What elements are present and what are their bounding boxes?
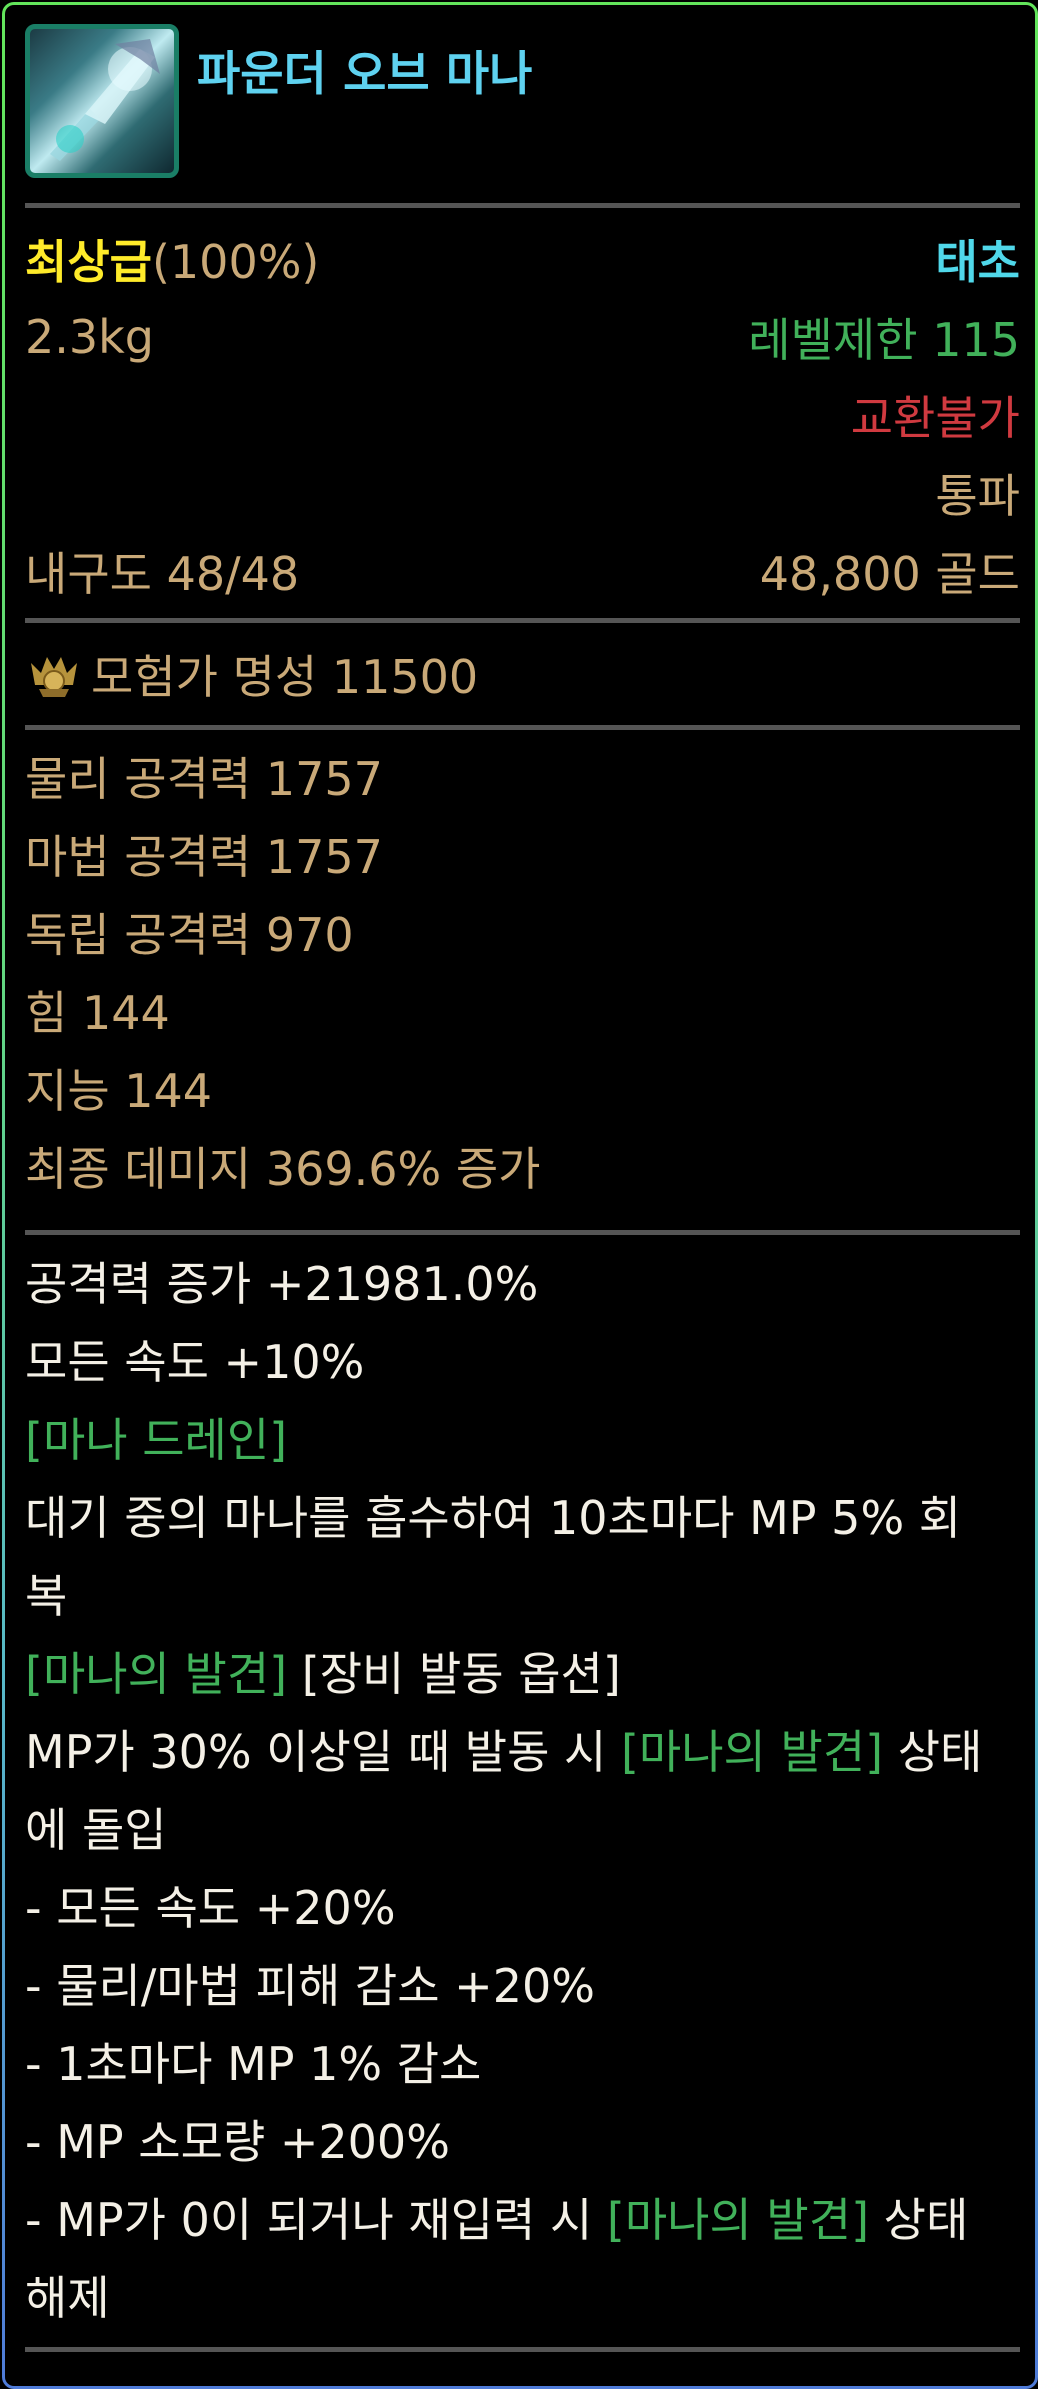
level-limit: 레벨제한 115 [748,313,1020,367]
effect-release-condition-cont: 해제 [25,2271,110,2325]
option-mana-drain-desc: 대기 중의 마나를 흡수하여 10초마다 MP 5% 회 [25,1491,962,1545]
effect-all-speed: - 모든 속도 +20% [25,1881,396,1935]
weight-row: 2.3kg 레벨제한 115 [25,298,1020,376]
option-mana-drain-tag: [마나 드레인] [25,1413,288,1467]
stat-independent-attack: 독립 공격력 970 [25,908,354,962]
fame-value: 모험가 명성 11500 [91,650,479,704]
equip-trigger-tag: [장비 발동 옵션] [287,1647,621,1701]
stats-list: 물리 공격력 1757 마법 공격력 1757 독립 공격력 970 힘 144… [25,730,1020,1208]
stat-strength: 힘 144 [25,986,170,1040]
item-grade-percent: (100%) [151,235,320,289]
magic-orb-weapon-icon [25,24,179,178]
trade-status: 교환불가 [850,391,1020,445]
fame-row: 모험가 명성 11500 [25,623,1020,725]
effect-damage-reduction: - 물리/마법 피해 감소 +20% [25,1959,595,2013]
release-text: - MP가 0이 되거나 재입력 시 [25,2193,607,2247]
release-suffix: 상태 [869,2193,969,2247]
effect-mp-consumption: - MP 소모량 +200% [25,2115,450,2169]
option-discovery-header: [마나의 발견] [장비 발동 옵션] [25,1635,1020,1713]
condition-suffix: 상태 [883,1725,983,1779]
trade-row: 교환불가 [25,376,1020,454]
effect-mp-decrease: - 1초마다 MP 1% 감소 [25,2037,482,2091]
option-attack-increase: 공격력 증가 +21981.0% [25,1257,539,1311]
option-trigger-condition: MP가 30% 이상일 때 발동 시 [마나의 발견] 상태 [25,1713,1020,1791]
sell-price: 48,800 골드 [759,547,1020,601]
item-rarity: 태초 [935,235,1020,289]
stat-final-damage: 최종 데미지 369.6% 증가 [25,1142,541,1196]
crown-fame-icon [31,657,77,697]
divider [25,2347,1020,2352]
mana-discovery-tag: [마나의 발견] [606,2193,870,2247]
mana-discovery-tag: [마나의 발견] [620,1725,884,1779]
effect-release-condition: - MP가 0이 되거나 재입력 시 [마나의 발견] 상태 [25,2181,1020,2259]
seal-status: 통파 [935,469,1020,523]
seal-row: 통파 [25,454,1020,532]
durability: 내구도 48/48 [25,547,300,601]
option-all-speed: 모든 속도 +10% [25,1335,365,1389]
mana-discovery-tag: [마나의 발견] [25,1647,288,1701]
item-weight: 2.3kg [25,310,154,364]
stat-intelligence: 지능 144 [25,1064,213,1118]
option-trigger-condition-cont: 에 돌입 [25,1803,167,1857]
stat-physical-attack: 물리 공격력 1757 [25,752,383,806]
durability-row: 내구도 48/48 48,800 골드 [25,532,1020,610]
options-list: 공격력 증가 +21981.0% 모든 속도 +10% [마나 드레인] 대기 … [25,1235,1020,2337]
item-tooltip: 파운더 오브 마나 최상급(100%) 태초 2.3kg 레벨제한 115 교환… [2,2,1038,2389]
condition-text: MP가 30% 이상일 때 발동 시 [25,1725,621,1779]
stat-magic-attack: 마법 공격력 1757 [25,830,383,884]
option-mana-drain-desc-cont: 복 [25,1569,68,1623]
item-grade: 최상급 [25,235,152,289]
grade-row: 최상급(100%) 태초 [25,220,1020,298]
item-name: 파운더 오브 마나 [197,47,533,102]
tooltip-header: 파운더 오브 마나 [25,19,1020,203]
